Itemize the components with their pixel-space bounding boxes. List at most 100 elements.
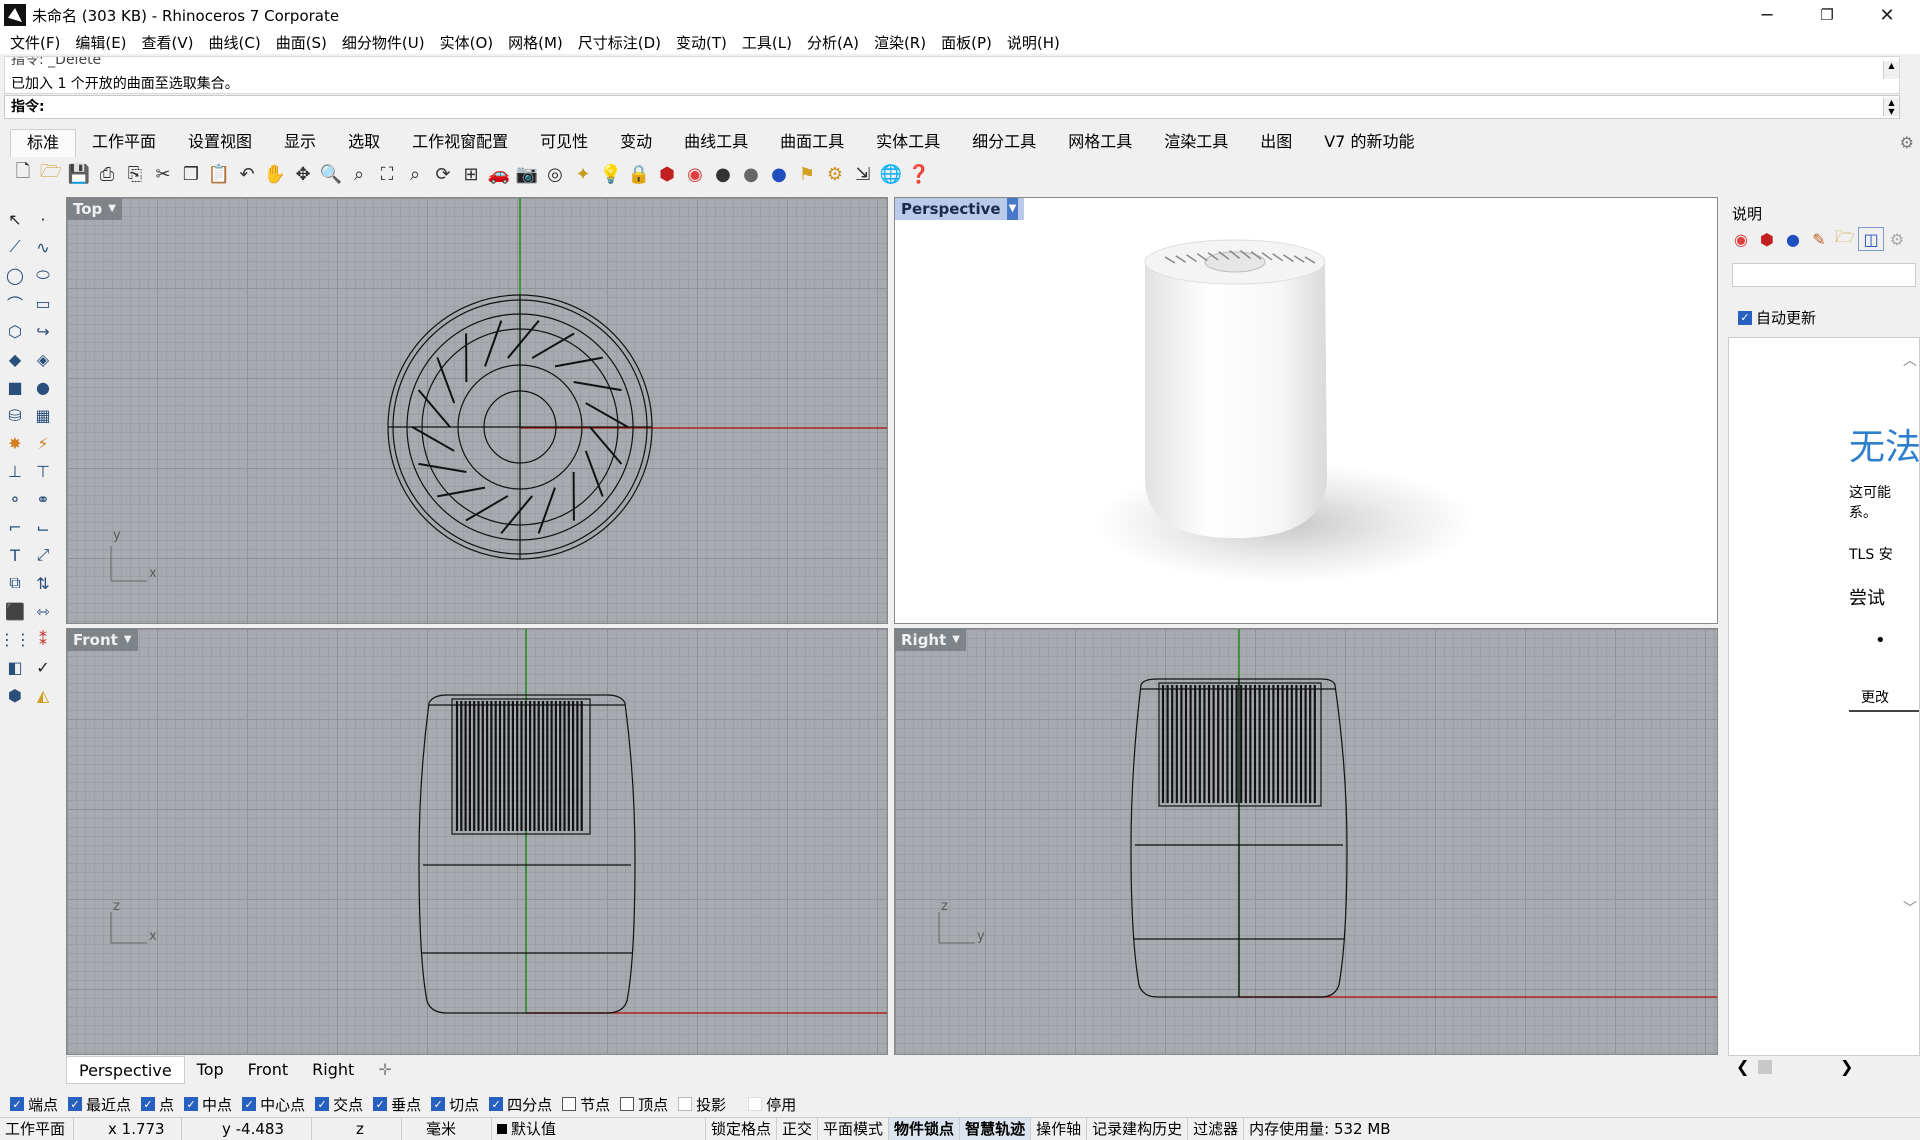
copy-icon[interactable]: ❐ <box>178 161 204 187</box>
command-input[interactable]: 指令: ▲ ▼ <box>4 95 1900 119</box>
tab-curve-tools[interactable]: 曲线工具 <box>668 129 764 157</box>
menu-tools[interactable]: 工具(L) <box>736 32 801 53</box>
status-smarttrack[interactable]: 智慧轨迹 <box>960 1117 1032 1140</box>
history-icon[interactable]: ⁑ <box>30 626 56 652</box>
extrude-curve-icon[interactable]: ◈ <box>30 346 56 372</box>
tab-viewport-layout[interactable]: 工作视窗配置 <box>396 129 524 157</box>
osnap-knot[interactable]: 节点 <box>562 1094 610 1115</box>
array-icon[interactable]: ⧉ <box>2 570 28 596</box>
rotate-icon[interactable]: ⟳ <box>430 161 456 187</box>
status-ortho[interactable]: 正交 <box>777 1117 819 1140</box>
mesh-icon[interactable]: ▦ <box>30 402 56 428</box>
help-icon[interactable]: ❓ <box>906 161 932 187</box>
tab-display[interactable]: 显示 <box>268 129 332 157</box>
minimize-button[interactable]: ─ <box>1738 0 1796 30</box>
viewport-front[interactable]: Front ▼ z x <box>66 628 888 1055</box>
scroll-thumb[interactable] <box>1758 1060 1772 1074</box>
command-history[interactable]: 指令: _Delete 已加入 1 个开放的曲面至选取集合。 ▲ <box>4 56 1900 94</box>
menu-edit[interactable]: 编辑(E) <box>69 32 135 53</box>
polygon-icon[interactable]: ⬡ <box>2 318 28 344</box>
arc-icon[interactable]: ⌒ <box>2 290 28 316</box>
viewport-perspective[interactable]: Perspective ▼ <box>894 197 1718 624</box>
spotlight-icon[interactable]: ⚑ <box>794 161 820 187</box>
tab-surface-tools[interactable]: 曲面工具 <box>764 129 860 157</box>
osnap-project[interactable]: 投影 <box>678 1094 726 1115</box>
tab-cplanes[interactable]: 工作平面 <box>76 129 172 157</box>
tab-visibility[interactable]: 可见性 <box>524 129 604 157</box>
tab-solid-tools[interactable]: 实体工具 <box>860 129 956 157</box>
four-view-icon[interactable]: ⊞ <box>458 161 484 187</box>
menu-transform[interactable]: 变动(T) <box>670 32 736 53</box>
undo-icon[interactable]: ↶ <box>234 161 260 187</box>
chamfer-icon[interactable]: ⌙ <box>30 514 56 540</box>
render-sphere-icon[interactable]: ● <box>710 161 736 187</box>
tab-standard[interactable]: 标准 <box>10 129 77 157</box>
sphere-icon[interactable]: ● <box>30 374 56 400</box>
osnap-point[interactable]: ✓ 点 <box>141 1094 174 1115</box>
scale-icon[interactable]: ⤢ <box>30 542 56 568</box>
command-spinner-icon[interactable]: ▲ ▼ <box>1883 98 1899 116</box>
folder-icon[interactable]: 🗁 <box>1832 227 1858 251</box>
tab-new-in-v7[interactable]: V7 的新功能 <box>1308 129 1430 157</box>
osnap-perpendicular[interactable]: ✓ 垂点 <box>373 1094 421 1115</box>
tab-select[interactable]: 选取 <box>332 129 396 157</box>
scroll-down-icon[interactable]: ﹀ <box>1903 898 1917 918</box>
menu-curve[interactable]: 曲线(C) <box>203 32 270 53</box>
auto-update-checkbox[interactable]: ✓ 自动更新 <box>1738 307 1816 328</box>
status-layer[interactable]: 默认值 <box>492 1117 706 1140</box>
polyline-icon[interactable]: ⟋ <box>2 234 28 260</box>
status-grid-snap[interactable]: 锁定格点 <box>706 1117 778 1140</box>
open-file-icon[interactable]: 🗁 <box>38 161 64 187</box>
rotate-view-icon[interactable]: ✥ <box>290 161 316 187</box>
import-icon[interactable]: ⎘ <box>122 161 148 187</box>
point-icon[interactable]: · <box>30 206 56 232</box>
tab-mesh-tools[interactable]: 网格工具 <box>1052 129 1148 157</box>
group-icon[interactable]: ⚬ <box>2 486 28 512</box>
box-icon[interactable]: ■ <box>2 374 28 400</box>
status-osnap[interactable]: 物件锁点 <box>889 1117 961 1140</box>
osnap-disable[interactable]: 停用 <box>748 1094 796 1115</box>
status-gumball[interactable]: 操作轴 <box>1031 1117 1088 1140</box>
osnap-tangent[interactable]: ✓ 切点 <box>431 1094 479 1115</box>
surface-icon[interactable]: ◆ <box>2 346 28 372</box>
osnap-midpoint[interactable]: ✓ 中点 <box>184 1094 232 1115</box>
tab-transform[interactable]: 变动 <box>604 129 668 157</box>
text-icon[interactable]: T <box>2 542 28 568</box>
status-filter[interactable]: 过滤器 <box>1188 1117 1245 1140</box>
paste-icon[interactable]: 📋 <box>206 161 232 187</box>
menu-analyze[interactable]: 分析(A) <box>801 32 868 53</box>
tab-subd-tools[interactable]: 细分工具 <box>956 129 1052 157</box>
close-button[interactable]: ✕ <box>1858 0 1916 30</box>
target-icon[interactable]: ◎ <box>542 161 568 187</box>
split-icon[interactable]: ⊤ <box>30 458 56 484</box>
lock-icon[interactable]: 🔒 <box>626 161 652 187</box>
viewport-title[interactable]: Perspective ▼ <box>895 198 1025 220</box>
add-viewport-tab-icon[interactable]: ✛ <box>366 1056 403 1084</box>
globe-icon[interactable]: 🌐 <box>878 161 904 187</box>
set-point-icon[interactable]: ✦ <box>570 161 596 187</box>
paint-icon[interactable]: ◭ <box>30 682 56 708</box>
render-mesh-icon[interactable]: ⬢ <box>2 682 28 708</box>
render-sphere-3-icon[interactable]: ● <box>766 161 792 187</box>
viewport-tab-perspective[interactable]: Perspective <box>66 1056 185 1084</box>
viewport-tab-right[interactable]: Right <box>300 1056 366 1084</box>
gear-icon[interactable]: ⚙ <box>1900 133 1914 152</box>
transform-icon[interactable]: ⇲ <box>850 161 876 187</box>
print-icon[interactable]: ⎙ <box>94 161 120 187</box>
help-search-input[interactable] <box>1732 263 1916 287</box>
scroll-up-icon[interactable]: ︿ <box>1903 350 1917 370</box>
status-planar[interactable]: 平面模式 <box>818 1117 890 1140</box>
viewport-tab-front[interactable]: Front <box>236 1056 300 1084</box>
cut-icon[interactable]: ✂ <box>150 161 176 187</box>
menu-solid[interactable]: 实体(O) <box>434 32 503 53</box>
menu-dimension[interactable]: 尺寸标注(D) <box>572 32 670 53</box>
rectangle-icon[interactable]: ▭ <box>30 290 56 316</box>
osnap-endpoint[interactable]: ✓ 端点 <box>10 1094 58 1115</box>
menu-view[interactable]: 查看(V) <box>136 32 203 53</box>
boolean-icon[interactable]: ⚡ <box>30 430 56 456</box>
fillet-curve-icon[interactable]: ↪ <box>30 318 56 344</box>
gear-icon[interactable]: ⚙ <box>1884 227 1910 251</box>
trim-icon[interactable]: ⊥ <box>2 458 28 484</box>
environment-icon[interactable]: ● <box>1780 227 1806 251</box>
ellipse-icon[interactable]: ⬭ <box>30 262 56 288</box>
